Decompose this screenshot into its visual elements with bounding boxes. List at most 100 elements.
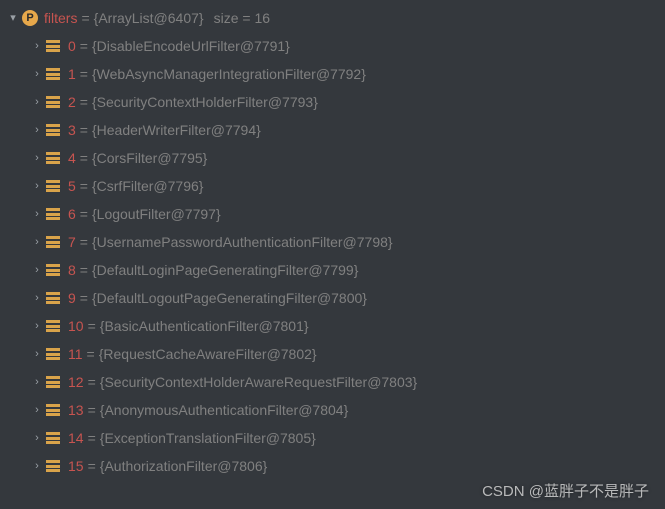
tree-item[interactable]: ›5={CsrfFilter@7796} — [6, 172, 665, 200]
item-index: 12 — [68, 374, 84, 390]
item-index: 15 — [68, 458, 84, 474]
chevron-right-icon[interactable]: › — [30, 348, 44, 360]
item-index: 5 — [68, 178, 76, 194]
tree-item[interactable]: ›4={CorsFilter@7795} — [6, 144, 665, 172]
chevron-right-icon[interactable]: › — [30, 376, 44, 388]
item-value: {WebAsyncManagerIntegrationFilter@7792} — [92, 66, 366, 82]
array-element-icon — [46, 236, 60, 248]
chevron-right-icon[interactable]: › — [30, 404, 44, 416]
item-value: {RequestCacheAwareFilter@7802} — [99, 346, 317, 362]
item-value: {HeaderWriterFilter@7794} — [92, 122, 261, 138]
item-value: {UsernamePasswordAuthenticationFilter@77… — [92, 234, 393, 250]
array-element-icon — [46, 40, 60, 52]
item-index: 2 — [68, 94, 76, 110]
chevron-down-icon[interactable]: ▾ — [6, 11, 20, 24]
tree-item[interactable]: ›3={HeaderWriterFilter@7794} — [6, 116, 665, 144]
item-index: 11 — [68, 346, 83, 362]
chevron-right-icon[interactable]: › — [30, 460, 44, 472]
item-value: {LogoutFilter@7797} — [92, 206, 221, 222]
equals-sign: = — [81, 10, 89, 26]
chevron-right-icon[interactable]: › — [30, 208, 44, 220]
equals-sign: = — [88, 318, 96, 334]
variable-value: {ArrayList@6407} — [94, 10, 204, 26]
chevron-right-icon[interactable]: › — [30, 236, 44, 248]
tree-item[interactable]: › 0={DisableEncodeUrlFilter@7791} — [6, 32, 665, 60]
chevron-right-icon[interactable]: › — [30, 68, 44, 80]
equals-sign: = — [80, 234, 88, 250]
tree-item[interactable]: › 11={RequestCacheAwareFilter@7802} — [6, 340, 665, 368]
array-element-icon — [46, 376, 60, 388]
tree-root-row[interactable]: ▾ P filters = {ArrayList@6407} size = 16 — [6, 4, 665, 32]
array-element-icon — [46, 208, 60, 220]
equals-sign: = — [80, 122, 88, 138]
tree-item[interactable]: › 1={WebAsyncManagerIntegrationFilter@779… — [6, 60, 665, 88]
chevron-right-icon[interactable]: › — [30, 40, 44, 52]
equals-sign: = — [88, 430, 96, 446]
array-element-icon — [46, 320, 60, 332]
equals-sign: = — [80, 206, 88, 222]
array-element-icon — [46, 96, 60, 108]
chevron-right-icon[interactable]: › — [30, 152, 44, 164]
item-index: 1 — [68, 66, 76, 82]
array-element-icon — [46, 152, 60, 164]
tree-item[interactable]: › 15={AuthorizationFilter@7806} — [6, 452, 665, 480]
item-value: {BasicAuthenticationFilter@7801} — [100, 318, 309, 334]
tree-item[interactable]: › 7={UsernamePasswordAuthenticationFilter… — [6, 228, 665, 256]
item-value: {AuthorizationFilter@7806} — [100, 458, 268, 474]
equals-sign: = — [80, 66, 88, 82]
tree-item[interactable]: › 14={ExceptionTranslationFilter@7805} — [6, 424, 665, 452]
tree-item[interactable]: › 9={DefaultLogoutPageGeneratingFilter@78… — [6, 284, 665, 312]
item-index: 6 — [68, 206, 76, 222]
chevron-right-icon[interactable]: › — [30, 180, 44, 192]
array-element-icon — [46, 292, 60, 304]
array-element-icon — [46, 404, 60, 416]
item-value: {AnonymousAuthenticationFilter@7804} — [100, 402, 348, 418]
equals-sign: = — [88, 458, 96, 474]
array-element-icon — [46, 432, 60, 444]
chevron-right-icon[interactable]: › — [30, 124, 44, 136]
variable-name: filters — [44, 10, 77, 26]
equals-sign: = — [80, 150, 88, 166]
chevron-right-icon[interactable]: › — [30, 292, 44, 304]
item-index: 14 — [68, 430, 84, 446]
item-index: 10 — [68, 318, 84, 334]
item-index: 8 — [68, 262, 76, 278]
equals-sign: = — [88, 402, 96, 418]
item-value: {DisableEncodeUrlFilter@7791} — [92, 38, 290, 54]
tree-children: ›0={DisableEncodeUrlFilter@7791}›1={WebA… — [6, 32, 665, 480]
array-element-icon — [46, 264, 60, 276]
item-index: 9 — [68, 290, 76, 306]
variable-tree: ▾ P filters = {ArrayList@6407} size = 16… — [0, 0, 665, 480]
item-index: 0 — [68, 38, 76, 54]
item-value: {SecurityContextHolderAwareRequestFilter… — [100, 374, 417, 390]
array-element-icon — [46, 124, 60, 136]
tree-item[interactable]: › 6={LogoutFilter@7797} — [6, 200, 665, 228]
equals-sign: = — [80, 290, 88, 306]
equals-sign: = — [87, 346, 95, 362]
tree-item[interactable]: › 12={SecurityContextHolderAwareRequestFi… — [6, 368, 665, 396]
chevron-right-icon[interactable]: › — [30, 320, 44, 332]
chevron-right-icon[interactable]: › — [30, 264, 44, 276]
array-element-icon — [46, 348, 60, 360]
array-element-icon — [46, 460, 60, 472]
array-element-icon — [46, 68, 60, 80]
tree-item[interactable]: › 10={BasicAuthenticationFilter@7801} — [6, 312, 665, 340]
item-value: {DefaultLogoutPageGeneratingFilter@7800} — [92, 290, 367, 306]
item-value: {DefaultLoginPageGeneratingFilter@7799} — [92, 262, 358, 278]
equals-sign: = — [88, 374, 96, 390]
equals-sign: = — [80, 38, 88, 54]
item-value: {CorsFilter@7795} — [92, 150, 207, 166]
tree-item[interactable]: ›2={SecurityContextHolderFilter@7793} — [6, 88, 665, 116]
watermark: CSDN @蓝胖子不是胖子 — [482, 480, 649, 501]
item-index: 13 — [68, 402, 84, 418]
tree-item[interactable]: › 8={DefaultLoginPageGeneratingFilter@779… — [6, 256, 665, 284]
chevron-right-icon[interactable]: › — [30, 96, 44, 108]
tree-item[interactable]: › 13={AnonymousAuthenticationFilter@7804} — [6, 396, 665, 424]
item-value: {ExceptionTranslationFilter@7805} — [100, 430, 316, 446]
size-label: size = 16 — [214, 10, 270, 26]
item-index: 7 — [68, 234, 76, 250]
equals-sign: = — [80, 262, 88, 278]
equals-sign: = — [80, 178, 88, 194]
chevron-right-icon[interactable]: › — [30, 432, 44, 444]
item-value: {SecurityContextHolderFilter@7793} — [92, 94, 318, 110]
